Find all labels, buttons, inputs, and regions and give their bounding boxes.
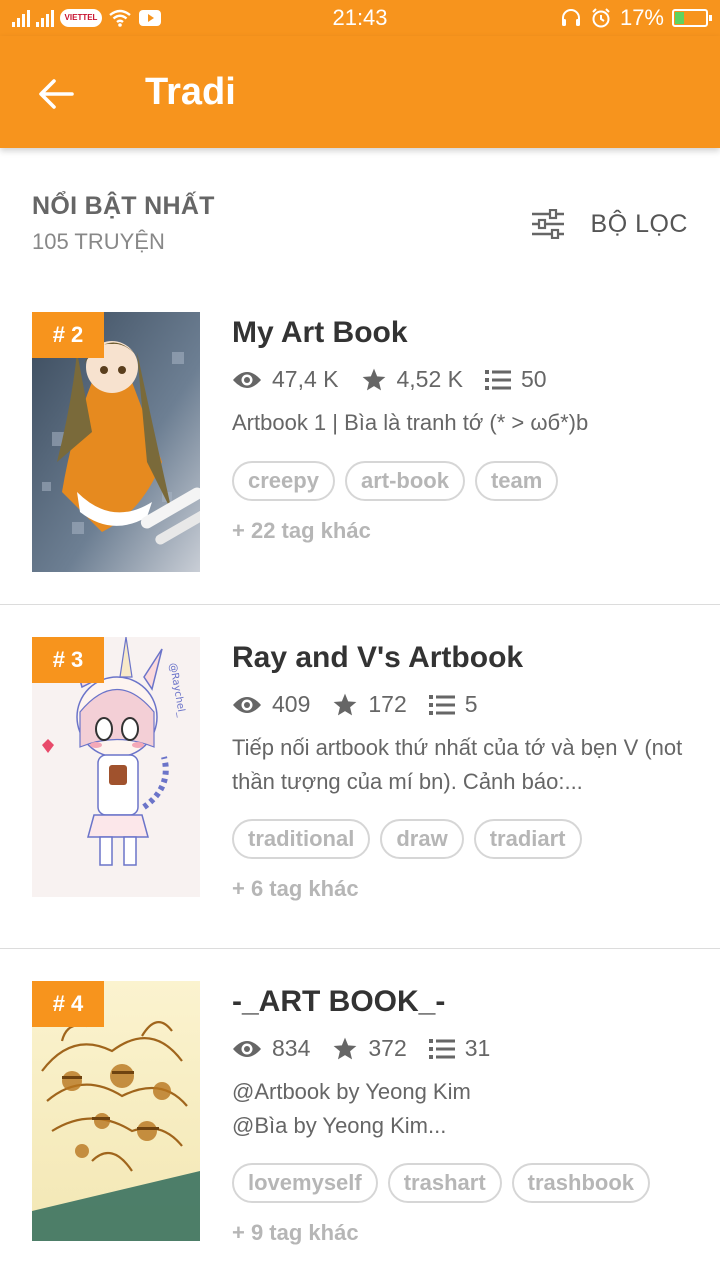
divider (0, 604, 720, 605)
story-stats: 834 372 31 (232, 1035, 512, 1062)
back-button[interactable] (24, 62, 88, 126)
alarm-icon (592, 8, 610, 28)
parts-stat: 50 (485, 366, 547, 393)
reads-stat: 834 (232, 1035, 310, 1062)
eye-icon (233, 371, 261, 388)
reads-count: 834 (272, 1035, 311, 1061)
parts-stat: 5 (428, 691, 478, 718)
page-title: Tradi (145, 71, 236, 113)
tag-chip[interactable]: lovemyself (232, 1163, 378, 1203)
story-item[interactable]: # 2 My Art Book 47,4 K 4,52 K 50 Artbook… (0, 312, 720, 604)
tag-chip[interactable]: tradiart (473, 819, 582, 859)
tag-chip[interactable]: trashbook (511, 1163, 651, 1203)
votes-stat: 4,52 K (361, 366, 464, 393)
story-cover-image[interactable]: # 4 (32, 981, 200, 1241)
story-description: Tiếp nối artbook thứ nhất của tớ và bẹn … (232, 735, 683, 794)
rank-badge: # 2 (32, 312, 104, 358)
list-icon (485, 369, 511, 390)
parts-stat: 31 (428, 1035, 491, 1062)
more-tags-link[interactable]: + 6 tag khác (232, 876, 359, 902)
votes-stat: 172 (332, 691, 407, 718)
app-bar: Tradi (0, 36, 720, 148)
status-right: 17% (560, 5, 712, 30)
votes-count: 372 (368, 1035, 407, 1061)
parts-count: 50 (521, 366, 547, 392)
story-description: Artbook 1 | Bìa là tranh tớ (* > ωб*)b (232, 410, 589, 435)
filter-label: BỘ LỌC (590, 209, 688, 238)
story-item[interactable]: # 4 -_ART BOOK_- 834 372 31 @Artbook by … (0, 981, 720, 1271)
story-count: 105 TRUYỆN (32, 229, 165, 254)
parts-count: 5 (464, 691, 478, 717)
battery-icon (672, 9, 712, 27)
story-description: @Artbook by Yeong Kim @Bìa by Yeong Kim.… (232, 1079, 471, 1138)
battery-percent: 17% (619, 5, 664, 30)
rank-badge: # 4 (32, 981, 104, 1027)
story-title[interactable]: Ray and V's Artbook (232, 641, 523, 675)
story-title[interactable]: My Art Book (232, 316, 408, 350)
list-icon (428, 694, 455, 715)
list-icon (428, 1038, 455, 1059)
story-item[interactable]: @Raychel_ # 3 Ray and V's Artbook 409 17… (0, 637, 720, 947)
story-title[interactable]: -_ART BOOK_- (232, 985, 445, 1019)
tag-chip[interactable]: trashart (387, 1163, 502, 1203)
reads-stat: 409 (232, 691, 310, 718)
arrow-left-icon (39, 79, 74, 109)
tag-chip[interactable]: creepy (232, 461, 335, 501)
story-stats: 409 172 5 (232, 691, 500, 718)
votes-count: 4,52 K (396, 366, 464, 392)
more-tags-link[interactable]: + 9 tag khác (232, 1220, 359, 1246)
votes-count: 172 (368, 691, 407, 717)
sliders-icon (531, 209, 564, 239)
star-icon (362, 368, 385, 390)
section-title: NỔI BẬT NHẤT (32, 192, 215, 220)
star-icon (334, 1037, 357, 1059)
eye-icon (233, 696, 261, 713)
reads-count: 409 (272, 691, 311, 717)
reads-count: 47,4 K (272, 366, 339, 392)
tag-chip[interactable]: art-book (344, 461, 465, 501)
reads-stat: 47,4 K (232, 366, 339, 393)
star-icon (334, 693, 357, 715)
status-bar: VIETTEL 21:43 17% (0, 0, 720, 36)
tag-chip[interactable]: traditional (232, 819, 371, 859)
eye-icon (233, 1040, 261, 1057)
tag-list: traditional draw tradiart (232, 819, 582, 859)
divider (0, 948, 720, 949)
tag-list: lovemyself trashart trashbook (232, 1163, 651, 1203)
tag-chip[interactable]: team (474, 461, 559, 501)
parts-count: 31 (464, 1035, 491, 1061)
story-stats: 47,4 K 4,52 K 50 (232, 366, 569, 393)
headset-icon (561, 9, 580, 26)
story-cover-image[interactable]: @Raychel_ # 3 (32, 637, 200, 897)
tag-list: creepy art-book team (232, 461, 559, 501)
filter-button[interactable]: BỘ LỌC (531, 200, 688, 248)
battery-level (675, 12, 684, 24)
tag-chip[interactable]: draw (380, 819, 464, 859)
story-cover-image[interactable]: # 2 (32, 312, 200, 572)
votes-stat: 372 (332, 1035, 407, 1062)
rank-badge: # 3 (32, 637, 104, 683)
more-tags-link[interactable]: + 22 tag khác (232, 518, 371, 544)
